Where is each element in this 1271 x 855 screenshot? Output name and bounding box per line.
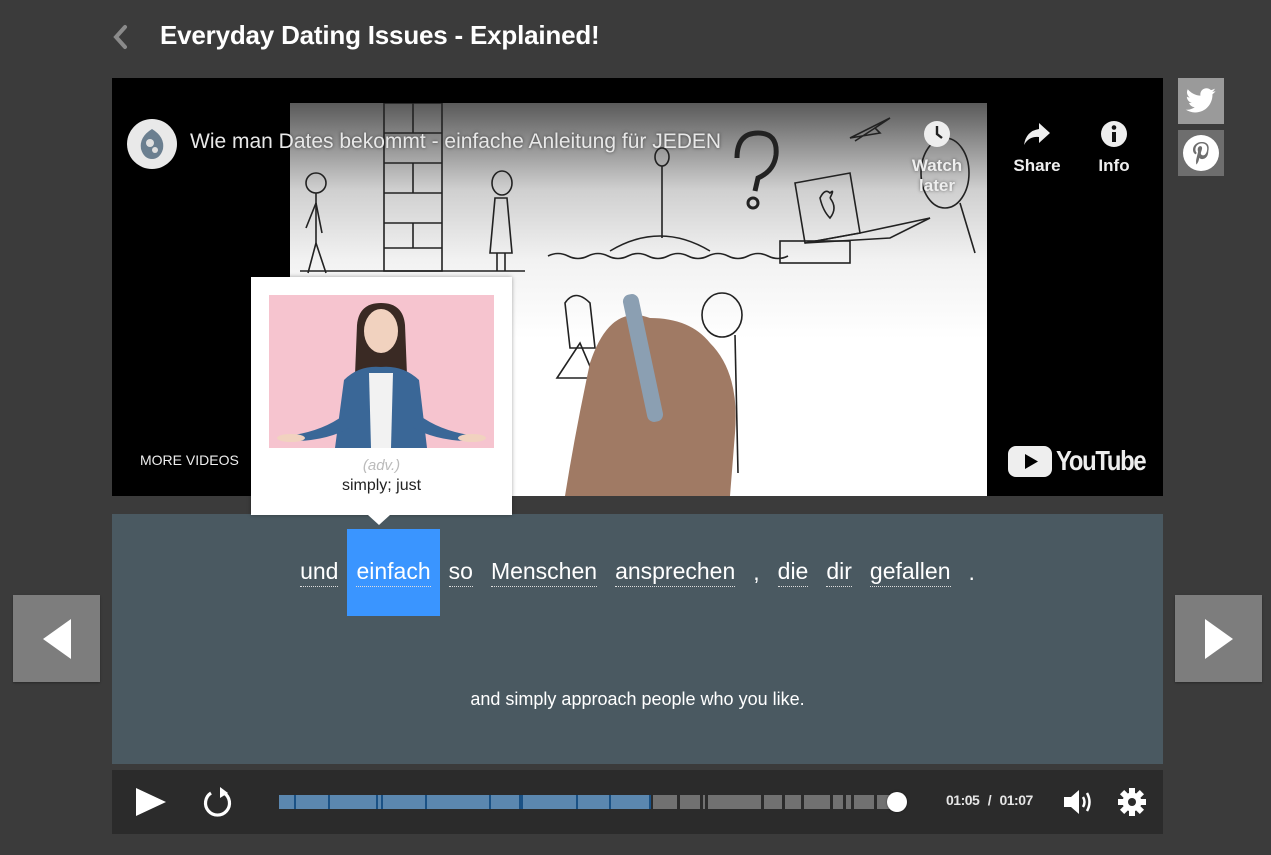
twitter-bird-icon — [1185, 88, 1216, 113]
video-title-link[interactable]: Wie man Dates bekommt - einfache Anleitu… — [190, 130, 721, 154]
subtitle-word[interactable]: gefallen — [861, 529, 960, 616]
replay-icon — [203, 787, 232, 817]
progress-segment-unplayed[interactable] — [833, 795, 843, 809]
current-time: 01:05 — [946, 792, 980, 808]
subtitle-word[interactable]: so — [440, 529, 482, 616]
subtitle-punctuation: , — [744, 529, 768, 616]
pinterest-share-button[interactable] — [1178, 130, 1224, 176]
subtitle-word[interactable]: dir — [817, 529, 861, 616]
progress-segment-played[interactable] — [279, 795, 294, 809]
word-text: einfach — [356, 558, 431, 587]
subtitle-word[interactable]: und — [291, 529, 347, 616]
time-display: 01:05 / 01:07 — [946, 792, 1033, 808]
subtitle-word[interactable]: ansprechen — [606, 529, 744, 616]
punctuation-text: , — [753, 558, 760, 585]
duration: 01:07 — [999, 792, 1033, 808]
progress-bar[interactable] — [279, 792, 907, 812]
subtitle-words: und einfach so Menschen ansprechen , die… — [112, 529, 1163, 616]
progress-segment-played[interactable] — [330, 795, 376, 809]
play-icon — [136, 788, 166, 816]
progress-segment-played[interactable] — [383, 795, 425, 809]
word-text: die — [777, 558, 809, 587]
triangle-right-icon — [1204, 618, 1233, 659]
progress-segment-unplayed[interactable] — [785, 795, 801, 809]
progress-segment-played[interactable] — [578, 795, 609, 809]
word-text: gefallen — [869, 558, 951, 587]
more-videos-button[interactable]: MORE VIDEOS — [140, 452, 239, 468]
progress-segment-played[interactable] — [491, 795, 519, 809]
progress-segment-played[interactable] — [296, 795, 328, 809]
twitter-share-button[interactable] — [1178, 78, 1224, 124]
speaker-volume-icon — [1064, 790, 1091, 814]
page-title: Everyday Dating Issues - Explained! — [160, 20, 600, 50]
word-text: dir — [826, 558, 852, 587]
gear-icon — [1118, 788, 1146, 816]
word-definition-tooltip: (adv.) simply; just — [251, 277, 512, 525]
info-label: Info — [1098, 156, 1130, 175]
subtitle-word[interactable]: die — [769, 529, 818, 616]
progress-segment-unplayed[interactable] — [854, 795, 874, 809]
word-text: ansprechen — [615, 558, 736, 587]
word-text: Menschen — [490, 558, 598, 587]
subtitle-word[interactable]: Menschen — [482, 529, 606, 616]
progress-segment-played[interactable] — [523, 795, 576, 809]
progress-segment-unplayed[interactable] — [846, 795, 851, 809]
time-separator: / — [987, 792, 992, 808]
share-arrow-icon — [1024, 123, 1050, 145]
progress-segment-unplayed[interactable] — [703, 795, 705, 809]
replay-button[interactable] — [200, 784, 236, 820]
channel-logo-icon — [140, 129, 164, 159]
next-line-button[interactable] — [1175, 595, 1262, 682]
triangle-left-icon — [42, 618, 71, 659]
word-definition: simply; just — [341, 477, 422, 494]
subtitle-punctuation: . — [960, 529, 984, 616]
clock-icon — [924, 121, 950, 147]
watch-later-button[interactable]: Watch later — [892, 118, 982, 196]
subtitle-panel: und einfach so Menschen ansprechen , die… — [112, 514, 1163, 764]
progress-segment-unplayed[interactable] — [764, 795, 782, 809]
watch-later-label: Watch later — [911, 156, 963, 195]
pinterest-icon — [1183, 135, 1219, 171]
progress-segment-unplayed[interactable] — [708, 795, 761, 809]
progress-knob[interactable] — [887, 792, 907, 812]
previous-line-button[interactable] — [13, 595, 100, 682]
progress-segment-unplayed[interactable] — [804, 795, 830, 809]
progress-segment-unplayed[interactable] — [680, 795, 700, 809]
progress-segment-played[interactable] — [611, 795, 649, 809]
back-button[interactable] — [108, 22, 132, 52]
part-of-speech: (adv.) — [362, 457, 401, 474]
youtube-wordmark: YouTube — [1056, 445, 1147, 476]
woman-shrugging-photo — [269, 295, 494, 448]
word-text: so — [448, 558, 473, 587]
subtitle-translation: and simply approach people who you like. — [470, 689, 805, 709]
chevron-left-icon — [113, 25, 127, 49]
progress-segment-played[interactable] — [427, 795, 489, 809]
punctuation-text: . — [968, 558, 975, 585]
channel-avatar[interactable] — [127, 119, 177, 169]
info-button[interactable]: Info — [1069, 118, 1159, 176]
youtube-logo-link[interactable]: YouTube — [1008, 445, 1161, 477]
play-button[interactable] — [132, 784, 170, 820]
definition-image — [269, 295, 494, 448]
progress-segment-unplayed[interactable] — [653, 795, 677, 809]
player-controls: 01:05 / 01:07 — [112, 770, 1163, 834]
volume-button[interactable] — [1060, 784, 1096, 820]
progress-segment-divider — [649, 795, 651, 809]
word-text: und — [300, 558, 339, 587]
subtitle-word-active[interactable]: einfach — [347, 529, 440, 616]
youtube-play-icon — [1008, 445, 1052, 477]
settings-button[interactable] — [1114, 784, 1150, 820]
info-icon — [1101, 121, 1127, 147]
